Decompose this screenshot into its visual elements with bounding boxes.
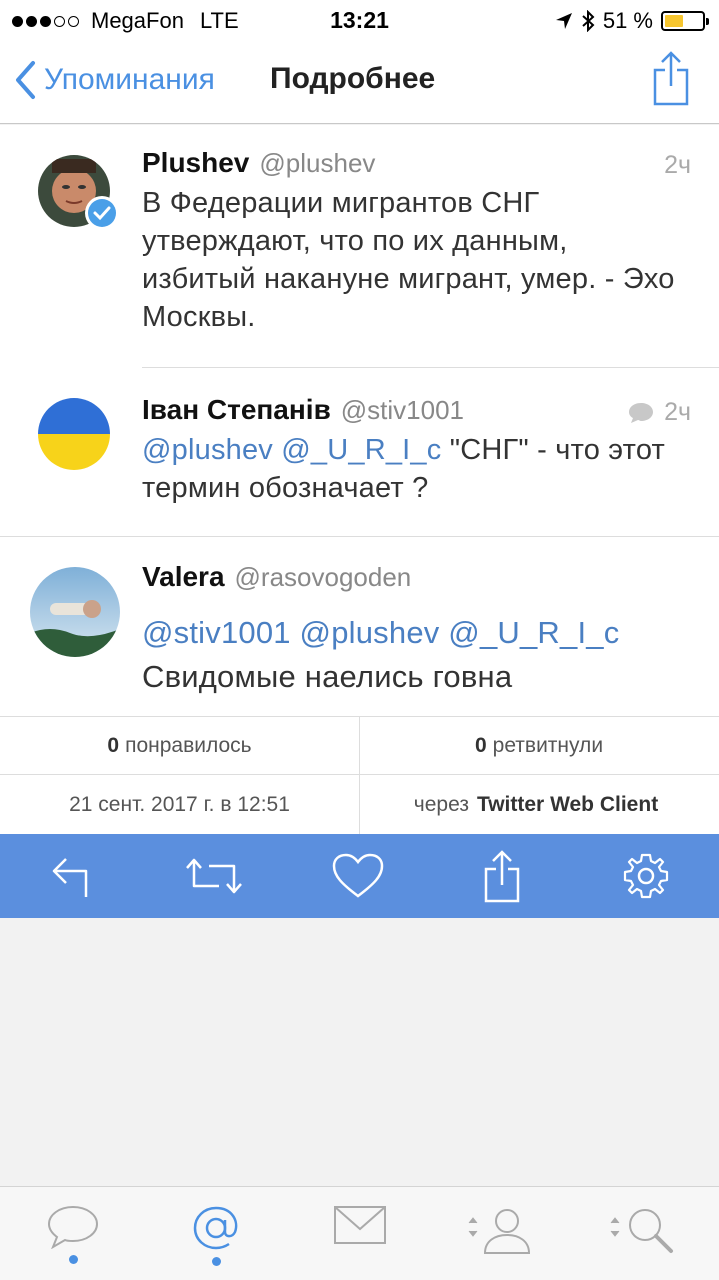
settings-button[interactable]	[616, 846, 676, 906]
reply-button[interactable]	[42, 846, 102, 906]
tweet-source[interactable]: через Twitter Web Client	[359, 775, 718, 835]
back-label: Упоминания	[44, 63, 215, 96]
retweets-count[interactable]: 0 ретвитнули	[359, 717, 718, 775]
back-button[interactable]: Упоминания	[14, 60, 215, 100]
author-name[interactable]: Іван Степанів	[142, 394, 331, 426]
author-handle[interactable]: @plushev	[259, 148, 375, 179]
tab-bar	[0, 1186, 719, 1280]
share-button[interactable]	[651, 50, 691, 111]
search-icon	[610, 1209, 673, 1253]
author-handle[interactable]: @stiv1001	[341, 395, 464, 426]
retweet-button[interactable]	[184, 846, 244, 906]
reply-bubble-icon	[629, 402, 654, 423]
battery-icon	[661, 11, 709, 31]
status-bar: MegaFon LTE 13:21 51 %	[0, 0, 719, 40]
tweet-body: Свидомые наелись говна	[142, 659, 513, 694]
like-button[interactable]	[328, 846, 388, 906]
tweet[interactable]: Valera @rasovogoden @stiv1001 @plushev @…	[0, 537, 719, 716]
tweet-mentions[interactable]: @stiv1001 @plushev @_U_R_I_c	[142, 613, 689, 653]
heart-icon	[332, 853, 384, 898]
tab-profile[interactable]	[460, 1205, 540, 1275]
bluetooth-icon	[582, 10, 595, 32]
unread-dot	[211, 1257, 221, 1266]
messages-icon	[334, 1206, 386, 1244]
avatar[interactable]	[30, 567, 120, 657]
tweet-date: 21 сент. 2017 г. в 12:51	[69, 793, 290, 816]
reply-icon	[52, 858, 88, 897]
author-name[interactable]: Plushev	[142, 147, 249, 179]
retweet-icon	[186, 858, 242, 894]
author-handle[interactable]: @rasovogoden	[235, 562, 412, 593]
author-name[interactable]: Valera	[142, 561, 225, 593]
avatar[interactable]	[38, 398, 110, 470]
gear-icon	[623, 853, 669, 899]
tweet-time: 2ч	[664, 151, 691, 179]
tweet[interactable]: Plushev @plushev 2ч В Федерации мигранто…	[0, 125, 719, 368]
tweet-text: В Федерации мигрантов СНГ утверждают, чт…	[142, 187, 675, 333]
navigation-bar: Упоминания Подробнее	[0, 40, 719, 124]
tweet-time: 2ч	[664, 398, 691, 426]
tweet-mentions[interactable]: @plushev @_U_R_I_c	[142, 434, 441, 466]
page-title: Подробнее	[270, 62, 436, 95]
tweet-text: @stiv1001 @plushev @_U_R_I_c Свидомые нае…	[142, 613, 689, 701]
share-icon	[653, 51, 689, 106]
tweet-stats: 0 понравилось 0 ретвитнули 21 сент. 2017 г…	[0, 716, 719, 835]
profile-icon	[468, 1209, 531, 1254]
share-icon	[484, 850, 520, 903]
chevron-left-icon	[16, 61, 35, 99]
tab-messages[interactable]	[320, 1205, 400, 1275]
tweet[interactable]: Іван Степанів @stiv1001 2ч @plushev @_U_…	[0, 368, 719, 537]
tab-search[interactable]	[602, 1205, 682, 1275]
battery-percent: 51 %	[602, 8, 653, 33]
tweet-action-bar	[0, 834, 719, 918]
mentions-icon	[193, 1206, 238, 1250]
timeline-icon	[47, 1205, 99, 1249]
tweet-text: @plushev @_U_R_I_c "СНГ" - что этот терм…	[142, 431, 689, 507]
unread-dot	[68, 1255, 78, 1264]
conversation: Plushev @plushev 2ч В Федерации мигранто…	[0, 125, 719, 716]
share-button[interactable]	[472, 846, 532, 906]
location-icon	[555, 13, 572, 29]
likes-count[interactable]: 0 понравилось	[0, 717, 359, 775]
verified-icon	[85, 196, 119, 230]
tab-mentions[interactable]	[176, 1205, 256, 1275]
tab-timeline[interactable]	[33, 1205, 113, 1275]
